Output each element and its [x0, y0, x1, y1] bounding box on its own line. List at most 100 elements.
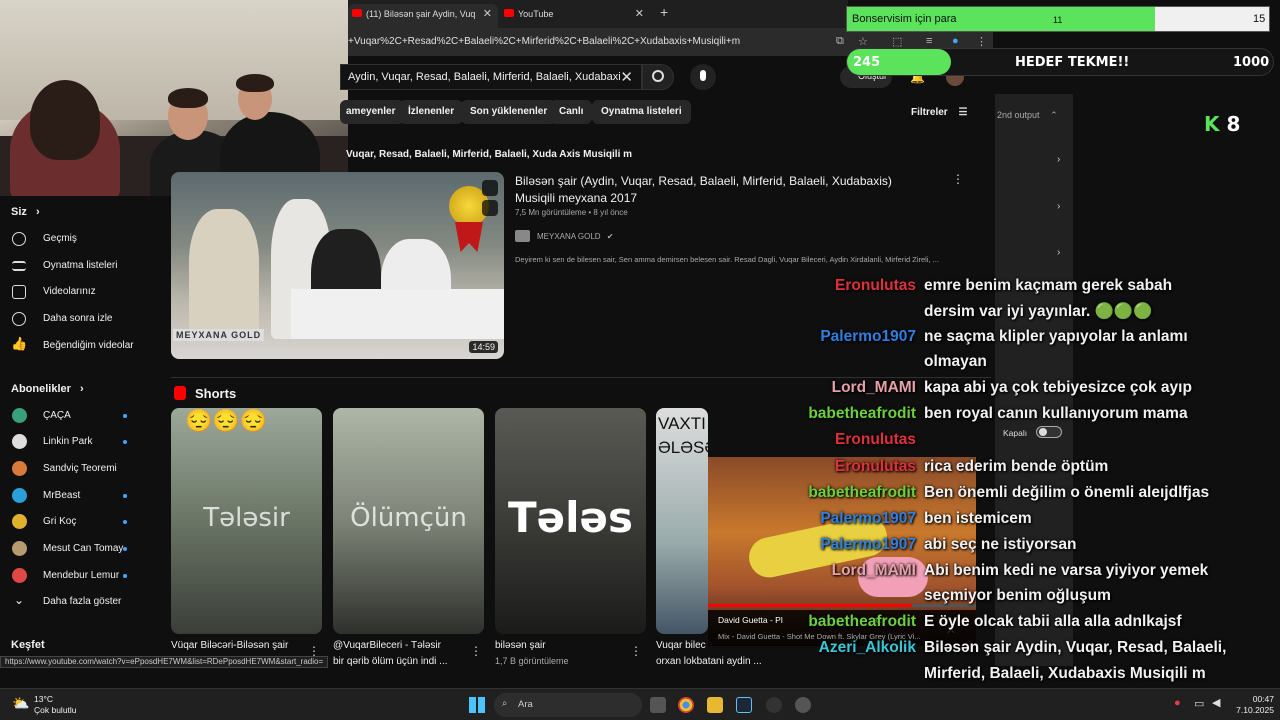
cast-icon[interactable]: ⧉	[836, 35, 844, 48]
sidebar-item-liked[interactable]: 👍 Beğendiğim videolar	[0, 333, 170, 359]
toggle-switch[interactable]	[1036, 426, 1062, 438]
extensions-icon[interactable]: ⬚	[892, 35, 902, 48]
search-input[interactable]: Aydin, Vuqar, Resad, Balaeli, Mirferid, …	[340, 64, 642, 90]
close-tab-icon[interactable]: ✕	[635, 4, 644, 24]
channel-avatar[interactable]	[515, 230, 530, 242]
chip-unwatched[interactable]: ameyenler	[340, 100, 405, 124]
url-text[interactable]: +Vuqar%2C+Resad%2C+Balaeli%2C+Mirferid%2…	[348, 36, 740, 47]
short-card[interactable]: 😔😔😔 Tələsir	[171, 408, 322, 634]
short-title[interactable]: biləsən şair	[495, 640, 645, 651]
chip-playlists[interactable]: Oynatma listeleri	[592, 100, 691, 124]
short-title[interactable]: @VuqarBileceri - Tələsir	[333, 640, 483, 651]
bookmark-star-icon[interactable]: ☆	[858, 35, 868, 48]
task-view-icon[interactable]	[650, 697, 666, 713]
more-options-icon[interactable]: ⋮	[952, 172, 964, 186]
new-tab-icon[interactable]: +	[660, 4, 668, 20]
chip-watched[interactable]: İzlenenler	[399, 100, 464, 124]
chat-username: Eronulutas	[835, 458, 916, 475]
short-title[interactable]: Vuqar bilec	[656, 640, 716, 651]
clear-search-icon[interactable]: ✕	[620, 68, 633, 86]
chrome-icon[interactable]	[678, 697, 694, 713]
tab-youtube[interactable]: YouTube ✕	[500, 4, 650, 28]
weather-widget[interactable]: 13°C Çok bulutlu	[34, 694, 77, 716]
ribbon-icon	[455, 222, 483, 252]
more-options-icon[interactable]: ⋮	[470, 644, 482, 658]
sidebar-siz-header[interactable]: Siz ›	[11, 206, 40, 218]
short-card[interactable]: Ölümçün	[333, 408, 484, 634]
file-explorer-icon[interactable]	[707, 697, 723, 713]
taskbar-search-label: Ara	[518, 699, 533, 710]
sidebar-item-history[interactable]: Geçmiş	[0, 226, 170, 252]
search-button[interactable]	[642, 64, 674, 90]
chat-text: Abi benim kedi ne varsa yiyiyor yemek	[924, 562, 1209, 579]
sidebar-sub-gri-koc[interactable]: Gri Koç	[0, 509, 170, 535]
channel-name-text: MEYXANA GOLD	[537, 232, 601, 241]
weather-icon: ⛅	[12, 695, 30, 711]
tab-label: YouTube	[518, 9, 554, 19]
chip-live[interactable]: Canlı	[550, 100, 593, 124]
search-query[interactable]: Aydin, Vuqar, Resad, Balaeli, Mirferid, …	[348, 71, 620, 83]
goal-bar: 245 HEDEF TEKME!! 1000	[846, 48, 1274, 76]
short-card[interactable]: Tələs	[495, 408, 646, 634]
sidebar-item-label: Mendebur Lemur	[43, 570, 120, 581]
chevron-right-icon[interactable]: ›	[1057, 201, 1060, 212]
sidebar-sub-linkin-park[interactable]: Linkin Park	[0, 429, 170, 455]
network-icon[interactable]: ▭	[1194, 697, 1204, 710]
video-title[interactable]: Biləsən şair (Aydin, Vuqar, Resad, Balae…	[515, 173, 935, 207]
sidebar-sub-mrbeast[interactable]: MrBeast	[0, 483, 170, 509]
watch-later-icon[interactable]	[482, 180, 498, 196]
mic-tray-icon[interactable]: ●	[1174, 697, 1181, 709]
sidebar-subscriptions-header[interactable]: Abonelikler ›	[11, 383, 84, 395]
sidebar-sub-mesut[interactable]: Mesut Can Tomay	[0, 536, 170, 562]
short-overlay-text: Ölümçün	[350, 503, 467, 533]
short-card[interactable]: VAXTI TOYLA ƏLƏSƏN SAİR😓	[656, 408, 708, 634]
shorts-heading: Shorts	[195, 386, 237, 401]
webcam-overlay	[0, 0, 348, 196]
sidebar-show-more[interactable]: ⌄ Daha fazla göster	[0, 589, 170, 615]
chat-text: olmayan	[924, 353, 987, 370]
profile-icon[interactable]: ●	[952, 35, 959, 47]
chevron-right-icon[interactable]: ›	[1057, 247, 1060, 258]
media-icon[interactable]: ≡	[926, 35, 932, 47]
short-subtitle: orxan lokbatani aydin ...	[656, 656, 762, 667]
second-output-label[interactable]: 2nd output ⌃	[997, 110, 1058, 121]
verified-icon: ✔	[606, 232, 614, 241]
tab-search-result[interactable]: (11) Biləsən şair Aydin, Vuq ✕	[348, 4, 498, 28]
chat-username: babetheafrodit	[808, 484, 916, 501]
short-subtitle: bir qərib ölüm üçün indi ...	[333, 656, 448, 667]
channel-name[interactable]: MEYXANA GOLD ✔	[537, 232, 614, 241]
sidebar-sub-sandvic[interactable]: Sandviç Teoremi	[0, 456, 170, 482]
chevron-right-icon[interactable]: ›	[1057, 154, 1060, 165]
menu-icon[interactable]: ⋮	[976, 35, 987, 48]
obs-icon[interactable]	[766, 697, 782, 713]
volume-icon[interactable]: ◀	[1212, 696, 1220, 709]
close-tab-icon[interactable]: ✕	[483, 4, 492, 24]
sidebar-item-label: Beğendiğim videolar	[43, 340, 134, 351]
new-content-dot	[123, 494, 127, 498]
more-options-icon[interactable]: ⋮	[630, 644, 642, 658]
sidebar: Siz › Geçmiş Oynatma listeleri Videoları…	[0, 196, 170, 666]
chevron-down-icon: ⌄	[14, 593, 25, 607]
add-to-queue-icon[interactable]	[482, 200, 498, 216]
clock[interactable]: 00:47 7.10.2025	[1228, 694, 1274, 716]
settings-icon[interactable]	[795, 697, 811, 713]
sidebar-item-playlists[interactable]: Oynatma listeleri	[0, 253, 170, 279]
sidebar-sub-caca[interactable]: ÇAÇA	[0, 403, 170, 429]
sidebar-sub-mendebur[interactable]: Mendebur Lemur	[0, 563, 170, 589]
sidebar-item-watch-later[interactable]: Daha sonra izle	[0, 306, 170, 332]
video-thumbnail[interactable]: MEYXANA GOLD 14:59	[171, 172, 504, 359]
short-title[interactable]: Vüqar Biləcəri-Biləsən şair	[171, 640, 321, 651]
search-topline: Vuqar, Resad, Balaeli, Mirferid, Balaeli…	[346, 149, 633, 160]
youtube-favicon-icon	[504, 9, 514, 17]
steam-icon[interactable]	[736, 697, 752, 713]
windows-start-icon[interactable]	[469, 697, 485, 713]
sidebar-explore-header: Keşfet	[11, 639, 45, 651]
taskbar-search[interactable]: ⌕ Ara	[494, 693, 642, 717]
chip-recent[interactable]: Son yüklenenler	[461, 100, 557, 124]
watch-later-icon	[12, 312, 26, 326]
chat-text: rica ederim bende öptüm	[924, 458, 1109, 475]
sidebar-item-your-videos[interactable]: Videolarınız	[0, 279, 170, 305]
chat-text: abi seç ne istiyorsan	[924, 536, 1077, 553]
filters-button[interactable]: Filtreler ☰	[911, 107, 967, 118]
voice-search-button[interactable]	[690, 64, 716, 90]
